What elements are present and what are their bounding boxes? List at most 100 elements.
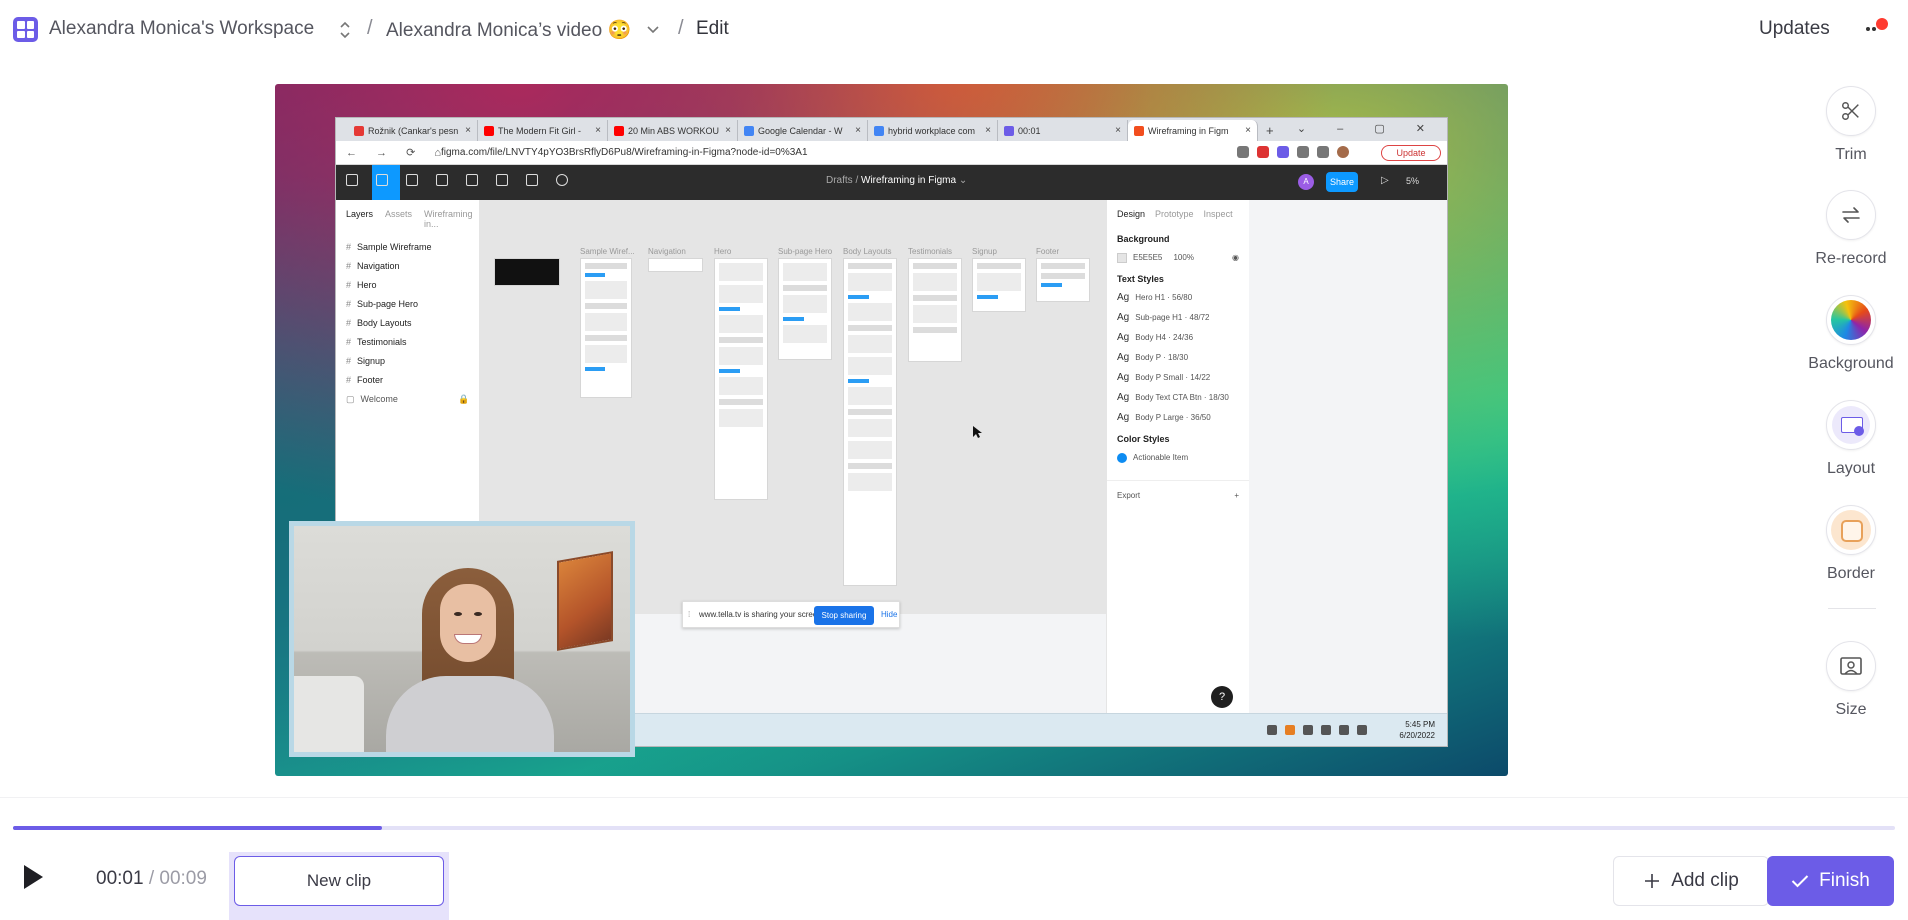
tab-favicon-icon — [874, 125, 884, 136]
close-icon: × — [855, 125, 861, 136]
total-time: / 00:09 — [148, 868, 207, 889]
tool-label: Border — [1826, 565, 1876, 582]
clock-date: 6/20/2022 — [1399, 731, 1435, 740]
close-icon: × — [1245, 125, 1251, 136]
wire-accent — [783, 317, 804, 321]
current-time: 00:01 — [96, 868, 144, 889]
wire-block — [848, 441, 892, 459]
border-tool[interactable]: Border — [1826, 505, 1876, 582]
browser-tab: Google Calendar - W × — [738, 120, 868, 141]
workspace-name[interactable]: Alexandra Monica's Workspace — [49, 18, 314, 40]
frame-label: Hero — [714, 247, 732, 256]
plus-icon — [1645, 874, 1660, 888]
extension-icon — [1297, 146, 1309, 158]
tab-label: Rožnik (Cankar's pesn — [368, 125, 459, 136]
wire-line — [848, 463, 892, 469]
scissors-icon[interactable] — [1826, 86, 1876, 136]
wireframe-frame — [1036, 258, 1090, 302]
play-icon[interactable] — [20, 863, 46, 891]
size-icon[interactable] — [1826, 641, 1876, 691]
text-style-label: Body H4 · 24/36 — [1135, 333, 1194, 342]
tab-label: Google Calendar - W — [758, 125, 843, 136]
layer-item: Sample Wireframe — [336, 238, 479, 257]
chevron-down-icon[interactable] — [645, 21, 661, 37]
text-style-icon: Ag — [1117, 292, 1130, 303]
figma-zoom: 5% — [1406, 176, 1420, 186]
add-clip-button[interactable]: Add clip — [1613, 856, 1769, 906]
background-tool[interactable]: Background — [1808, 295, 1894, 372]
layer-item: Navigation — [336, 257, 479, 276]
tab-label: Wireframing in Figm — [1148, 125, 1229, 136]
wall-painting — [559, 553, 611, 649]
text-style-label: Hero H1 · 56/80 — [1135, 293, 1193, 302]
updates-link[interactable]: Updates — [1759, 18, 1830, 40]
wireframe-frame — [908, 258, 962, 362]
help-icon: ? — [1211, 686, 1233, 708]
tab-favicon-icon — [614, 125, 624, 136]
wire-block — [913, 273, 957, 291]
color-style-label: Actionable Item — [1133, 453, 1189, 462]
breadcrumb-separator: / — [678, 17, 684, 39]
eye-icon: ◉ — [1232, 253, 1239, 262]
layer-item-locked: Welcome 🔒 — [336, 390, 479, 409]
person-body — [386, 676, 554, 752]
clock-time: 5:45 PM — [1405, 720, 1435, 729]
wire-block — [719, 347, 763, 365]
layout-tool[interactable]: Layout — [1826, 400, 1876, 477]
wire-accent — [848, 295, 869, 299]
size-tool[interactable]: Size — [1826, 641, 1876, 718]
re-record-icon[interactable] — [1826, 190, 1876, 240]
border-icon[interactable] — [1826, 505, 1876, 555]
workspace-switch-icon[interactable] — [337, 19, 353, 41]
wire-line — [719, 337, 763, 343]
assets-tab: Assets — [385, 209, 413, 219]
wire-line — [585, 263, 627, 269]
tool-label: Background — [1808, 355, 1894, 372]
webcam-overlay[interactable] — [289, 521, 635, 757]
prototype-tab: Prototype — [1155, 209, 1194, 219]
layout-icon[interactable] — [1826, 400, 1876, 450]
cursor-icon — [973, 426, 982, 438]
tab-favicon-icon — [1004, 125, 1014, 136]
tella-logo-icon[interactable] — [13, 17, 38, 42]
welcome-frame — [494, 258, 560, 286]
text-styles-heading: Text Styles — [1117, 274, 1164, 284]
playback-progress-bar[interactable] — [13, 826, 1895, 830]
new-clip-label: New clip — [306, 871, 372, 890]
shape-icon — [436, 174, 448, 186]
tab-favicon-icon — [484, 125, 494, 136]
new-clip-button[interactable]: New clip — [234, 856, 444, 906]
export-label: Export — [1117, 491, 1141, 500]
text-style-label: Body P · 18/30 — [1135, 353, 1189, 362]
wire-line — [783, 285, 827, 291]
finish-button[interactable]: Finish — [1767, 856, 1894, 906]
frame-label: Sub-page Hero — [778, 247, 833, 256]
wire-block — [719, 315, 763, 333]
notifications-icon[interactable] — [1862, 18, 1888, 40]
export-row: Export + — [1107, 480, 1249, 500]
re-record-tool[interactable]: Re-record — [1815, 190, 1887, 267]
screen-share-notice: ⁞ www.tella.tv is sharing your screen. S… — [682, 601, 900, 628]
browser-tab: 00:01 × — [998, 120, 1128, 141]
wire-line — [913, 295, 957, 301]
wire-block — [913, 305, 957, 323]
background-gradient-icon[interactable] — [1826, 295, 1876, 345]
profile-avatar-icon — [1337, 146, 1349, 158]
wire-line — [848, 263, 892, 269]
wire-block — [719, 409, 763, 427]
finish-label: Finish — [1819, 870, 1870, 891]
video-preview[interactable]: Rožnik (Cankar's pesn × The Modern Fit Gi… — [275, 84, 1508, 776]
inspect-tab: Inspect — [1203, 209, 1233, 219]
background-value: E5E5E5 — [1133, 253, 1163, 262]
text-style: Ag Body P Large · 36/50 — [1107, 408, 1249, 428]
wireframe-frame — [843, 258, 897, 586]
text-icon — [496, 174, 508, 186]
text-style-icon: Ag — [1117, 312, 1130, 323]
trim-tool[interactable]: Trim — [1826, 86, 1876, 163]
wire-line — [1041, 263, 1085, 269]
figma-breadcrumb: Drafts / — [826, 175, 859, 186]
video-name[interactable]: Alexandra Monica’s video 😳 — [386, 18, 631, 42]
layout-cam-dot — [1854, 426, 1864, 436]
border-square — [1841, 520, 1863, 542]
wire-block — [848, 273, 892, 291]
